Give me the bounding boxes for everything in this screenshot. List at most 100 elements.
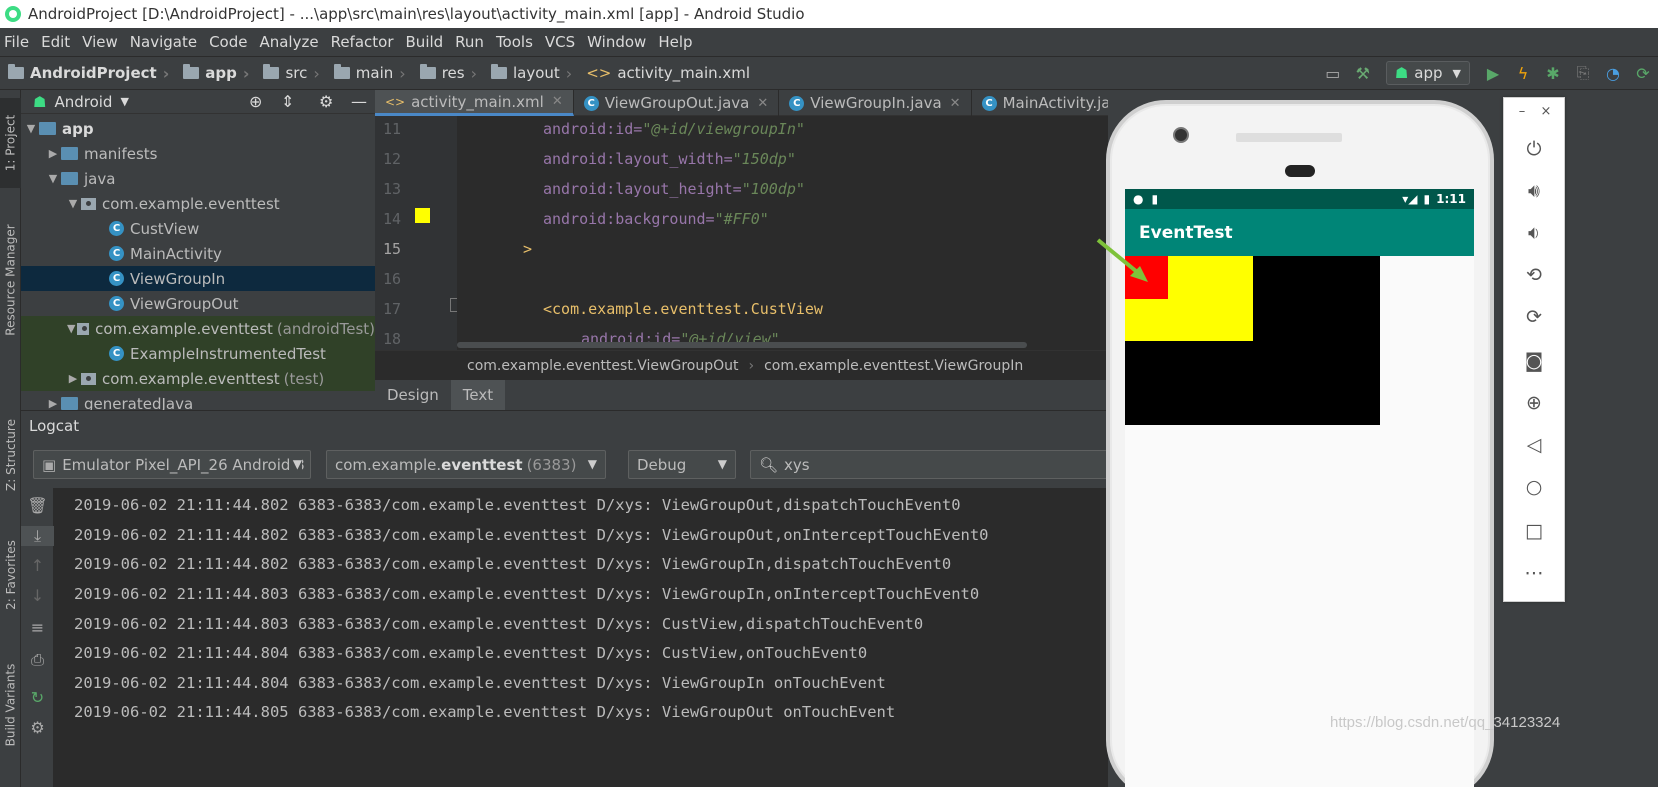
print-icon[interactable]: ⎙	[21, 650, 54, 670]
tree-item-exampleinstrumentedtest[interactable]: C ExampleInstrumentedTest	[21, 341, 375, 366]
logcat-output[interactable]: 2019-06-02 21:11:44.802 6383-6383/com.ex…	[54, 488, 1108, 787]
restart-icon[interactable]: ↻	[21, 688, 54, 707]
up-arrow-icon[interactable]: ↑	[21, 556, 54, 575]
breadcrumb-res[interactable]: res ›	[416, 64, 487, 83]
tool-tab-structure[interactable]: Z: Structure	[0, 410, 21, 500]
menu-refactor[interactable]: Refactor	[327, 33, 402, 51]
camera-screenshot-icon[interactable]: ◙	[1504, 350, 1564, 372]
locate-target-icon[interactable]: ⊕	[249, 92, 262, 111]
sync-icon[interactable]: ⟳	[1630, 60, 1656, 86]
minimize-icon[interactable]: —	[351, 92, 367, 111]
tree-item-label: app	[62, 119, 94, 138]
tree-item-app[interactable]: ▼ app	[21, 116, 375, 141]
tab-viewgroupin-java[interactable]: C ViewGroupIn.java ✕	[779, 90, 972, 116]
menu-vcs[interactable]: VCS	[541, 33, 583, 51]
horizontal-scrollbar[interactable]	[457, 342, 1027, 348]
expanded-arrow-icon[interactable]: ▼	[45, 172, 61, 185]
collapse-all-icon[interactable]: ⇕	[281, 92, 294, 111]
tree-item-custview[interactable]: C CustView	[21, 216, 375, 241]
tool-tab-build-variants[interactable]: Build Variants	[0, 650, 21, 760]
tree-item-mainactivity[interactable]: C MainActivity	[21, 241, 375, 266]
menu-code[interactable]: Code	[205, 33, 255, 51]
more-icon[interactable]: ⋯	[1504, 562, 1564, 584]
breadcrumb-layout[interactable]: layout ›	[487, 64, 582, 83]
menu-navigate[interactable]: Navigate	[126, 33, 205, 51]
expanded-arrow-icon[interactable]: ▼	[23, 122, 39, 135]
tool-tab-resource-manager[interactable]: Resource Manager	[0, 210, 21, 350]
overview-icon[interactable]: □	[1504, 520, 1564, 542]
menu-help[interactable]: Help	[654, 33, 700, 51]
soft-wrap-icon[interactable]: ≡	[21, 618, 54, 637]
run-configuration-selector[interactable]: ☗ app ▼	[1385, 61, 1470, 85]
chevron-down-icon[interactable]: ▼	[120, 95, 128, 108]
tree-item-viewgroupout[interactable]: C ViewGroupOut	[21, 291, 375, 316]
menu-view[interactable]: View	[78, 33, 126, 51]
rotate-left-icon[interactable]: ⟲	[1504, 264, 1564, 286]
breadcrumb-project[interactable]: AndroidProject ›	[0, 64, 179, 83]
close-icon[interactable]: ✕	[757, 96, 768, 111]
menu-edit[interactable]: Edit	[37, 33, 78, 51]
tab-design[interactable]: Design	[375, 380, 451, 410]
debug-icon[interactable]: ✱	[1540, 60, 1566, 86]
profile-icon[interactable]: ◔	[1600, 60, 1626, 86]
tool-tab-favorites[interactable]: 2: Favorites	[0, 530, 21, 620]
tab-text[interactable]: Text	[450, 380, 506, 410]
volume-up-icon[interactable]: 🔊︎	[1504, 180, 1564, 202]
logcat-search-input[interactable]: 🔍︎ xys	[750, 450, 1110, 479]
project-view-selector[interactable]: Android	[54, 93, 112, 111]
collapsed-arrow-icon[interactable]: ▶	[65, 372, 81, 385]
tab-viewgroupout-java[interactable]: C ViewGroupOut.java ✕	[574, 90, 780, 116]
scroll-to-end-icon[interactable]: ⤓	[21, 526, 54, 546]
zoom-icon[interactable]: ⊕	[1504, 392, 1564, 414]
run-icon[interactable]: ▶	[1480, 60, 1506, 86]
breadcrumb-file[interactable]: <> activity_main.xml	[582, 64, 754, 82]
log-level-label: Debug	[637, 455, 687, 474]
tree-item-package[interactable]: ▼ com.example.eventtest	[21, 191, 375, 216]
close-icon[interactable]: ✕	[552, 94, 563, 109]
menu-window[interactable]: Window	[583, 33, 654, 51]
color-swatch-icon[interactable]	[415, 208, 430, 223]
home-icon[interactable]: ○	[1504, 476, 1564, 498]
down-arrow-icon[interactable]: ↓	[21, 586, 54, 605]
tree-item-viewgroupin[interactable]: C ViewGroupIn	[21, 266, 375, 291]
trash-icon[interactable]: 🗑︎	[21, 496, 54, 515]
expanded-arrow-icon[interactable]: ▼	[65, 197, 81, 210]
close-icon[interactable]: ×	[1516, 104, 1576, 119]
gear-icon[interactable]: ⚙	[21, 718, 54, 737]
breadcrumb-main[interactable]: main ›	[330, 64, 416, 83]
code-editor[interactable]: android:id="@+id/viewgroupIn" android:la…	[457, 116, 1107, 350]
tree-item-java[interactable]: ▼ java	[21, 166, 375, 191]
back-icon[interactable]: ◁	[1504, 434, 1564, 456]
device-selector[interactable]: ▣ Emulator Pixel_API_26 Android 8 ▼	[33, 450, 311, 479]
line-number: 16	[382, 270, 401, 288]
menu-file[interactable]: File	[0, 33, 37, 51]
tree-item-manifests[interactable]: ▶ manifests	[21, 141, 375, 166]
apply-changes-icon[interactable]: ϟ	[1510, 60, 1536, 86]
process-selector[interactable]: com.example. eventtest (6383) ▼	[326, 450, 606, 479]
menu-run[interactable]: Run	[451, 33, 492, 51]
layout-inspector-icon[interactable]: ▭	[1320, 60, 1346, 86]
rotate-right-icon[interactable]: ⟳	[1504, 306, 1564, 328]
volume-down-icon[interactable]: 🔉︎	[1504, 222, 1564, 244]
collapsed-arrow-icon[interactable]: ▶	[45, 397, 61, 410]
breadcrumb-app[interactable]: app ›	[179, 64, 259, 83]
menu-analyze[interactable]: Analyze	[255, 33, 326, 51]
tool-tab-project[interactable]: 1: Project	[0, 98, 21, 188]
tab-activity-main-xml[interactable]: <> activity_main.xml ✕	[375, 90, 574, 116]
expanded-arrow-icon[interactable]: ▼	[65, 322, 77, 335]
attach-debugger-icon[interactable]: ⎘	[1570, 60, 1596, 86]
log-level-selector[interactable]: Debug ▼	[628, 450, 736, 479]
breadcrumb-src[interactable]: src ›	[259, 64, 329, 83]
tree-item-package-androidtest[interactable]: ▼ com.example.eventtest (androidTest)	[21, 316, 375, 341]
make-project-hammer-icon[interactable]: ⚒	[1350, 60, 1376, 86]
close-icon[interactable]: ✕	[950, 96, 961, 111]
tool-tab-label: 1: Project	[3, 114, 18, 172]
gear-icon[interactable]: ⚙	[319, 92, 333, 111]
code-breadcrumb-item[interactable]: com.example.eventtest.ViewGroupIn	[764, 358, 1023, 374]
tree-item-package-test[interactable]: ▶ com.example.eventtest (test)	[21, 366, 375, 391]
collapsed-arrow-icon[interactable]: ▶	[45, 147, 61, 160]
menu-tools[interactable]: Tools	[492, 33, 541, 51]
power-icon[interactable]: ⏻	[1504, 138, 1564, 160]
code-breadcrumb-item[interactable]: com.example.eventtest.ViewGroupOut	[467, 358, 739, 374]
menu-build[interactable]: Build	[402, 33, 452, 51]
